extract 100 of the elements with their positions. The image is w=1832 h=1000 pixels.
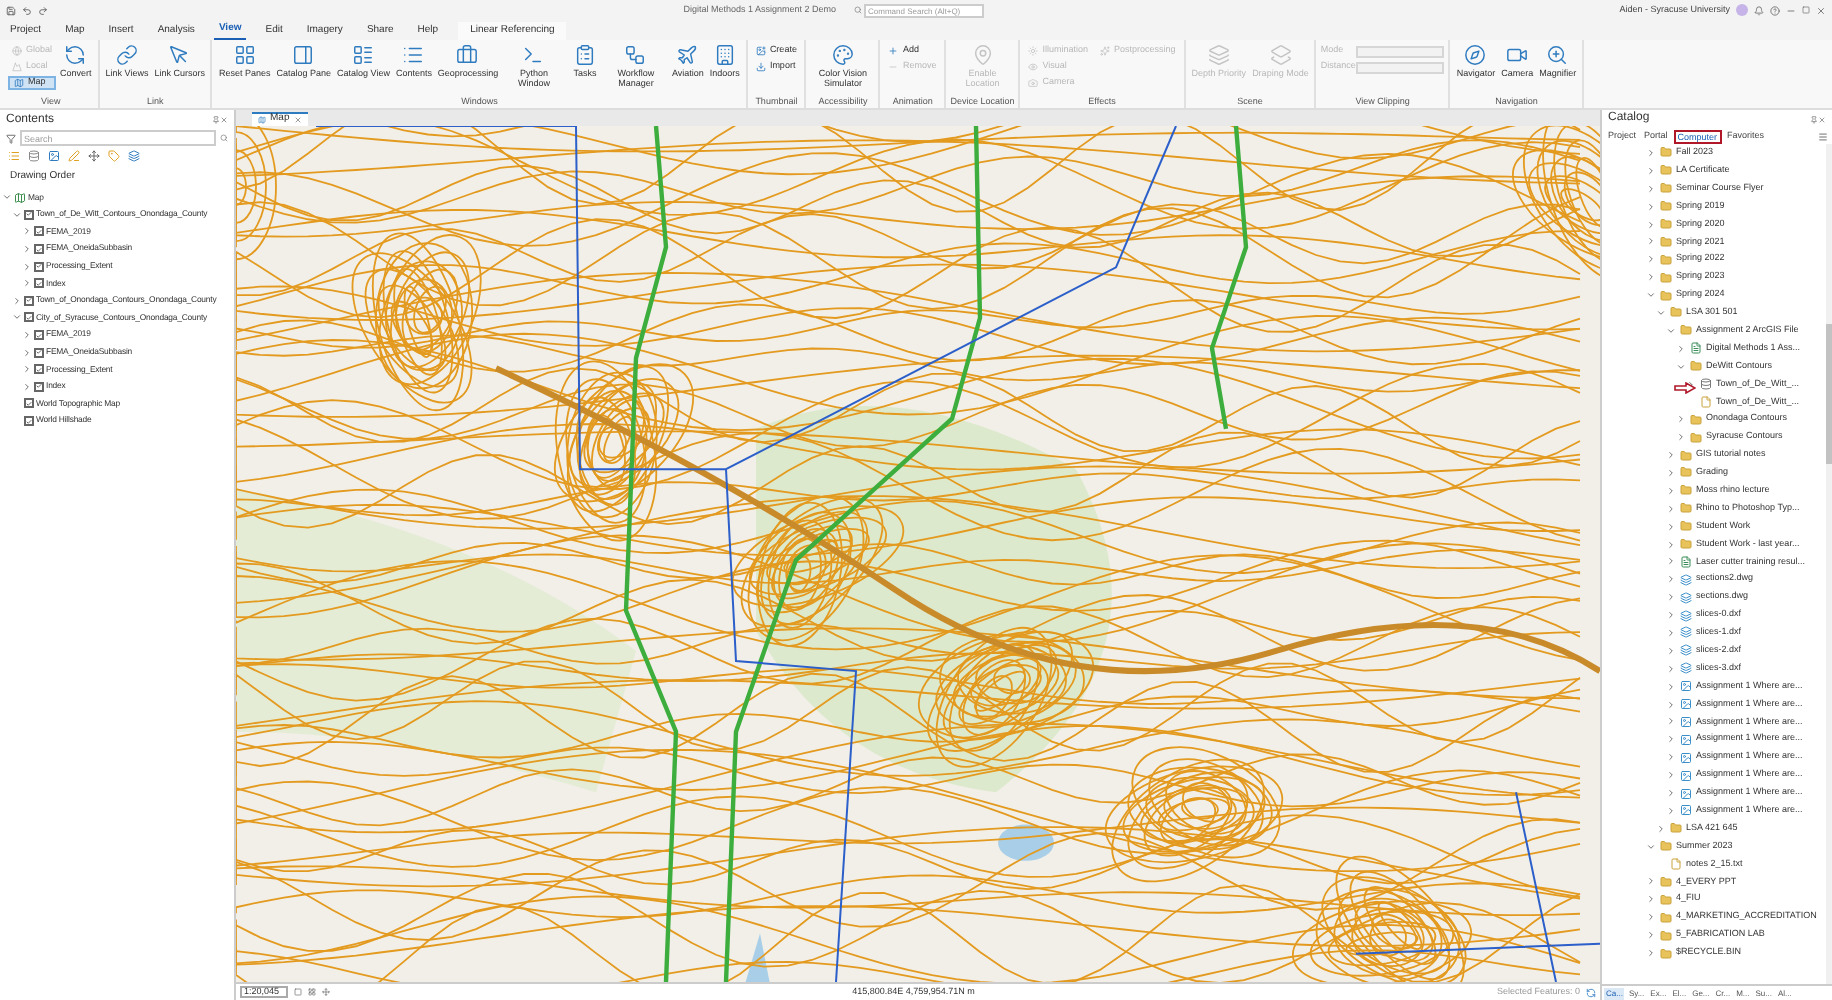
expand-caret-icon[interactable] — [1666, 716, 1676, 727]
expand-caret-icon[interactable] — [1646, 165, 1656, 176]
maximize-icon[interactable] — [1802, 6, 1811, 14]
expand-caret-icon[interactable] — [1666, 627, 1676, 638]
expand-caret-icon[interactable] — [22, 381, 32, 392]
refresh-icon[interactable] — [1586, 987, 1596, 997]
layer-checkbox[interactable] — [24, 416, 34, 427]
layers-icon[interactable] — [128, 150, 140, 162]
redo-icon[interactable] — [38, 5, 48, 15]
collapse-caret-icon[interactable] — [12, 312, 22, 323]
expand-caret-icon[interactable] — [22, 347, 32, 358]
collapse-caret-icon[interactable] — [1676, 361, 1686, 372]
expand-caret-icon[interactable] — [1646, 912, 1656, 923]
expand-caret-icon[interactable] — [1666, 663, 1676, 674]
save-icon[interactable] — [6, 5, 16, 15]
layer-checkbox[interactable] — [34, 364, 44, 375]
pen-icon[interactable] — [68, 150, 80, 162]
image-icon[interactable] — [48, 150, 60, 162]
database-icon[interactable] — [28, 150, 40, 162]
grid-icon[interactable] — [308, 988, 316, 996]
layer-checkbox[interactable] — [24, 295, 34, 306]
expand-caret-icon[interactable] — [1666, 699, 1676, 710]
expand-caret-icon[interactable] — [22, 244, 32, 255]
layer-checkbox[interactable] — [34, 278, 44, 289]
expand-caret-icon[interactable] — [1676, 414, 1686, 425]
layer-checkbox[interactable] — [34, 347, 44, 358]
expand-caret-icon[interactable] — [1646, 236, 1656, 247]
expand-caret-icon[interactable] — [1666, 574, 1676, 585]
pin-icon[interactable] — [1810, 115, 1818, 123]
layer-checkbox[interactable] — [24, 209, 34, 220]
expand-caret-icon[interactable] — [1666, 788, 1676, 798]
layer-checkbox[interactable] — [24, 312, 34, 323]
extent-icon[interactable] — [294, 988, 302, 996]
expand-caret-icon[interactable] — [1666, 521, 1676, 532]
layer-checkbox[interactable] — [34, 381, 44, 392]
folder-icon — [1660, 218, 1672, 230]
expand-caret-icon[interactable] — [1676, 432, 1686, 443]
expand-caret-icon[interactable] — [1646, 272, 1656, 283]
list-icon[interactable] — [8, 150, 20, 162]
layer-checkbox[interactable] — [34, 261, 44, 272]
collapse-caret-icon[interactable] — [12, 209, 22, 220]
expand-caret-icon[interactable] — [1646, 147, 1656, 158]
undo-icon[interactable] — [22, 5, 32, 15]
expand-caret-icon[interactable] — [1656, 823, 1666, 834]
image-file-icon — [1680, 787, 1692, 799]
expand-caret-icon[interactable] — [1646, 930, 1656, 941]
layer-checkbox[interactable] — [34, 226, 44, 237]
layer-checkbox[interactable] — [34, 330, 44, 341]
expand-caret-icon[interactable] — [1666, 450, 1676, 461]
expand-caret-icon[interactable] — [1646, 894, 1656, 905]
expand-caret-icon[interactable] — [1666, 539, 1676, 550]
pan-icon[interactable] — [322, 988, 330, 996]
expand-caret-icon[interactable] — [22, 261, 32, 272]
expand-caret-icon[interactable] — [22, 278, 32, 289]
project-file-icon — [1680, 555, 1692, 568]
filter-icon[interactable] — [6, 133, 16, 143]
input-field[interactable] — [1356, 45, 1445, 57]
minimize-icon[interactable] — [1786, 5, 1797, 15]
video-icon — [1506, 44, 1529, 66]
layer-checkbox[interactable] — [34, 244, 44, 255]
collapse-caret-icon[interactable] — [2, 192, 12, 203]
pin-icon[interactable] — [212, 116, 220, 124]
expand-caret-icon[interactable] — [1666, 485, 1676, 496]
collapse-caret-icon[interactable] — [1646, 290, 1656, 301]
collapse-caret-icon[interactable] — [1656, 307, 1666, 318]
expand-caret-icon[interactable] — [1676, 343, 1686, 354]
expand-caret-icon[interactable] — [1666, 592, 1676, 603]
expand-caret-icon[interactable] — [1666, 805, 1676, 816]
expand-caret-icon[interactable] — [1646, 219, 1656, 229]
expand-caret-icon[interactable] — [22, 226, 32, 237]
expand-caret-icon[interactable] — [1646, 254, 1656, 265]
expand-caret-icon[interactable] — [1666, 503, 1676, 514]
input-field[interactable] — [1356, 61, 1445, 73]
expand-caret-icon[interactable] — [1666, 734, 1676, 745]
expand-caret-icon[interactable] — [1646, 201, 1656, 212]
expand-caret-icon[interactable] — [1646, 876, 1656, 887]
expand-caret-icon[interactable] — [1666, 610, 1676, 621]
notification-icon[interactable] — [1754, 5, 1765, 15]
expand-caret-icon[interactable] — [1686, 379, 1696, 390]
help-icon[interactable] — [1770, 5, 1781, 15]
expand-caret-icon[interactable] — [1666, 770, 1676, 781]
expand-caret-icon[interactable] — [1646, 183, 1656, 194]
expand-caret-icon[interactable] — [1646, 948, 1656, 959]
expand-caret-icon[interactable] — [1666, 681, 1676, 692]
expand-caret-icon[interactable] — [22, 330, 32, 341]
collapse-caret-icon[interactable] — [1646, 841, 1656, 852]
expand-caret-icon[interactable] — [1666, 467, 1676, 478]
expand-caret-icon[interactable] — [12, 295, 22, 306]
move-icon[interactable] — [88, 150, 100, 162]
expand-caret-icon[interactable] — [1666, 752, 1676, 763]
tag-icon[interactable] — [108, 150, 120, 162]
expand-caret-icon[interactable] — [22, 364, 32, 375]
layer-checkbox[interactable] — [24, 398, 34, 409]
expand-caret-icon[interactable] — [1666, 556, 1676, 567]
menu-icon[interactable] — [1818, 131, 1828, 141]
expand-caret-icon[interactable] — [1666, 645, 1676, 656]
folder-icon — [1660, 893, 1672, 906]
folder-icon — [1660, 929, 1672, 942]
collapse-caret-icon[interactable] — [1666, 325, 1676, 336]
folder-icon — [1690, 431, 1702, 444]
